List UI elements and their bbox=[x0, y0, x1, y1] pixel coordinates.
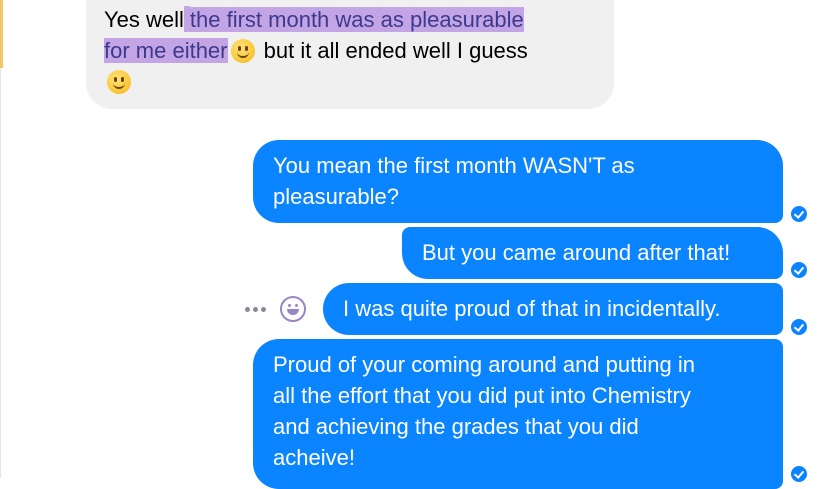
outgoing-message-bubble[interactable]: I was quite proud of that in incidentall… bbox=[323, 283, 783, 335]
react-emoji-icon[interactable] bbox=[280, 296, 306, 322]
message-line: I was quite proud of that in incidentall… bbox=[343, 296, 721, 321]
message-line: Proud of your coming around and putting … bbox=[273, 352, 695, 377]
outgoing-message-bubble[interactable]: You mean the first month WASN'T as pleas… bbox=[253, 140, 783, 223]
slightly-smiling-face-emoji bbox=[107, 70, 131, 94]
message-line: and achieving the grades that you did bbox=[273, 414, 639, 439]
message-line: You mean the first month WASN'T as bbox=[273, 153, 635, 178]
incoming-line-3 bbox=[104, 66, 594, 97]
incoming-text-highlighted: the first month was as pleasurable bbox=[189, 7, 524, 32]
more-dots-icon[interactable] bbox=[245, 307, 269, 313]
left-divider bbox=[0, 68, 1, 478]
sent-check-icon bbox=[791, 262, 807, 278]
slightly-smiling-face-emoji bbox=[230, 39, 255, 63]
message-line: acheive! bbox=[273, 445, 355, 470]
incoming-text-plain: but it all ended well I guess bbox=[263, 38, 528, 63]
highlight-gap bbox=[183, 6, 190, 32]
incoming-text-highlighted: for me either bbox=[104, 38, 228, 63]
sent-check-icon bbox=[791, 466, 807, 482]
sent-check-icon bbox=[791, 319, 807, 335]
outgoing-message-bubble[interactable]: But you came around after that! bbox=[402, 227, 783, 279]
incoming-line-2: for me either but it all ended well I gu… bbox=[104, 35, 594, 66]
incoming-line-1: Yes well the first month was as pleasurab… bbox=[104, 4, 594, 35]
incoming-text-plain: Yes well bbox=[104, 7, 184, 32]
incoming-message-bubble[interactable]: Yes well the first month was as pleasurab… bbox=[86, 0, 614, 109]
outgoing-message-bubble[interactable]: Proud of your coming around and putting … bbox=[253, 339, 783, 489]
sent-check-icon bbox=[791, 206, 807, 222]
message-line: all the effort that you did put into Che… bbox=[273, 383, 691, 408]
message-line: pleasurable? bbox=[273, 184, 399, 209]
left-accent-bar bbox=[0, 0, 3, 68]
message-line: But you came around after that! bbox=[422, 240, 731, 265]
